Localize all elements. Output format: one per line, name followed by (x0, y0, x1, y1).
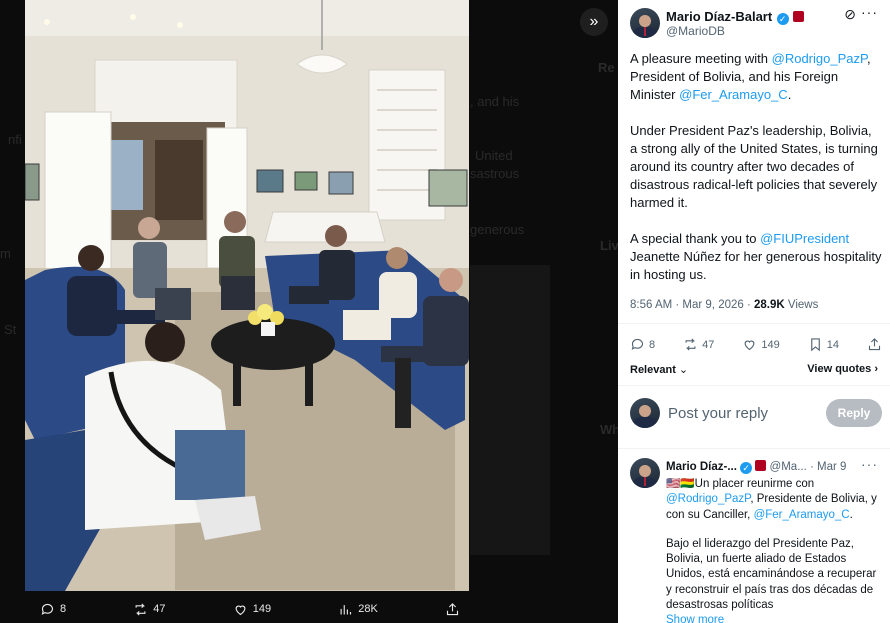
tweet-paragraph: A special thank you to @FIUPresident Jea… (630, 231, 882, 282)
mention-link[interactable]: @Fer_Aramayo_C (754, 509, 850, 521)
reply-handle[interactable]: @Ma... (770, 461, 807, 473)
more-options-icon[interactable]: ··· (861, 456, 878, 472)
chevron-right-icon: › (871, 363, 878, 375)
divider (618, 323, 890, 324)
share-icon (868, 338, 881, 351)
flag-emoji: 🇺🇸🇧🇴 (666, 478, 695, 490)
reply-submit-button[interactable]: Reply (826, 399, 882, 427)
view-quotes-link[interactable]: View quotes › (807, 363, 878, 375)
reply-icon (631, 338, 644, 350)
meeting-photo-illustration (25, 0, 469, 591)
media-action-bar: 8 47 149 28K (40, 600, 460, 618)
ghost-text: generous (470, 222, 525, 237)
view-quotes-label: View quotes (807, 363, 872, 375)
mention-link[interactable]: @FIUPresident (760, 231, 849, 246)
views-count: 28.9K (754, 299, 785, 311)
repost-count: 47 (702, 338, 715, 351)
media-reply-button[interactable]: 8 (40, 602, 66, 617)
reply-body: 🇺🇸🇧🇴Un placer reunirme con @Rodrigo_PazP… (666, 477, 884, 623)
reply-date[interactable]: · Mar 9 (810, 461, 846, 473)
reply-author-name[interactable]: Mario Díaz-... (666, 461, 737, 473)
reply-header: Mario Díaz-... ✓ @Ma... · Mar 9 (666, 460, 882, 474)
expand-panel-button[interactable]: » (580, 8, 608, 36)
reply-count: 8 (649, 338, 656, 351)
chevron-double-right-icon: » (589, 13, 599, 30)
reply-count: 8 (60, 603, 67, 615)
author-avatar[interactable] (630, 8, 660, 38)
ghost-text: Liv (600, 238, 618, 253)
sort-label: Relevant (630, 364, 676, 376)
author-name[interactable]: Mario Díaz-Balart (666, 9, 772, 24)
media-like-button[interactable]: 149 (233, 602, 271, 617)
reply-icon (41, 603, 54, 615)
sort-dropdown[interactable]: Relevant ⌄ (630, 363, 688, 376)
ghost-text: sastrous (470, 166, 520, 181)
reply-button[interactable]: 8 (630, 337, 655, 352)
chevron-down-icon: ⌄ (675, 364, 689, 376)
reply-paragraph: Bajo el liderazgo del Presidente Paz, Bo… (666, 537, 877, 612)
mention-link[interactable]: @Rodrigo_PazP (666, 493, 750, 505)
tweet-paragraph: A pleasure meeting with @Rodrigo_PazP, P… (630, 51, 871, 102)
tweet-body: A pleasure meeting with @Rodrigo_PazP, P… (630, 50, 882, 302)
share-icon (446, 602, 459, 615)
heart-icon (235, 605, 246, 615)
tweet-paragraph: Under President Paz's leadership, Bolivi… (630, 123, 878, 210)
affiliation-badge-icon (793, 11, 805, 22)
ghost-text: United (475, 148, 513, 163)
tweet-detail-panel: Mario Díaz-Balart ✓ @MarioDB ⊘ ··· A ple… (618, 0, 890, 623)
media-repost-button[interactable]: 47 (133, 602, 166, 617)
tweet-action-bar: 8 47 149 14 (630, 337, 882, 352)
bookmark-icon (810, 338, 820, 352)
views-label: Views (784, 299, 819, 311)
like-count: 149 (761, 338, 780, 351)
heart-icon (744, 340, 755, 351)
ghost-text: nfi (8, 132, 22, 147)
divider (618, 385, 890, 386)
view-count: 28K (358, 603, 378, 615)
media-views-button[interactable]: 28K (338, 602, 378, 617)
like-count: 149 (252, 603, 272, 615)
like-button[interactable]: 149 (742, 337, 780, 352)
verified-badge-icon: ✓ (740, 462, 753, 474)
ghost-text: m (0, 246, 11, 261)
mention-link[interactable]: @Rodrigo_PazP (772, 51, 867, 66)
repost-button[interactable]: 47 (683, 337, 714, 352)
reply-input[interactable]: Post your reply (668, 405, 768, 422)
views-chart-icon (340, 604, 352, 614)
affiliation-badge-icon (755, 460, 767, 471)
show-more-link[interactable]: Show more (666, 613, 884, 623)
verified-badge-icon: ✓ (776, 13, 789, 25)
ghost-text: , and his (470, 94, 520, 109)
repost-count: 47 (153, 603, 166, 615)
ghost-card (470, 265, 550, 555)
media-photo[interactable] (25, 0, 469, 591)
grok-icon[interactable]: ⊘ (844, 6, 856, 23)
timestamp[interactable]: 8:56 AM · Mar 9, 2026 · (630, 299, 754, 311)
bookmark-button[interactable]: 14 (808, 337, 839, 352)
more-options-icon[interactable]: ··· (861, 4, 878, 20)
mention-link[interactable]: @Fer_Aramayo_C (679, 87, 788, 102)
reply-author-avatar[interactable] (630, 458, 660, 488)
author-handle[interactable]: @MarioDB (666, 24, 725, 38)
ghost-text: St (4, 322, 17, 337)
reply-composer: Post your reply Reply (630, 398, 882, 430)
bookmark-count: 14 (826, 338, 839, 351)
media-share-button[interactable] (445, 602, 460, 617)
ghost-text: Wh (600, 422, 618, 437)
divider (618, 448, 890, 449)
reply-paragraph: 🇺🇸🇧🇴Un placer reunirme con @Rodrigo_PazP… (666, 478, 877, 521)
repost-icon (685, 338, 696, 351)
repost-icon (135, 602, 146, 616)
ghost-text: Re (598, 60, 615, 75)
user-avatar[interactable] (630, 398, 660, 428)
share-button[interactable] (867, 337, 882, 352)
tweet-meta: 8:56 AM · Mar 9, 2026 · 28.9K Views (630, 299, 818, 311)
